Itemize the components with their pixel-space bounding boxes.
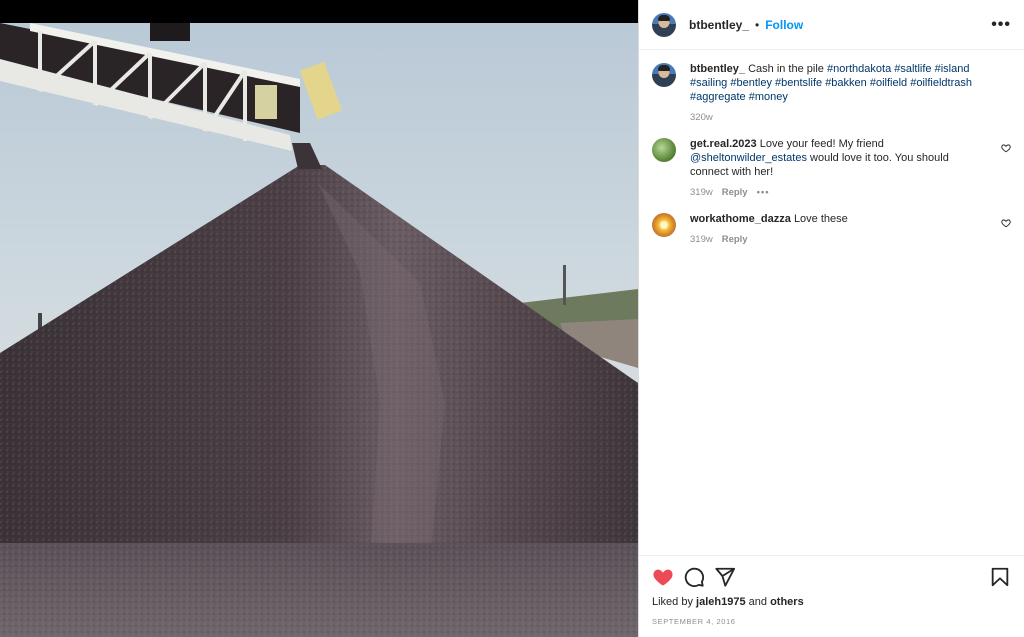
paper-plane-icon[interactable] — [714, 566, 736, 588]
post-date[interactable]: SEPTEMBER 4, 2016 — [652, 617, 1011, 626]
comment-body: Love your feed! My friend — [759, 138, 884, 150]
hashtag[interactable]: #oilfield — [870, 77, 907, 89]
commenter-avatar[interactable] — [652, 213, 676, 237]
hashtag[interactable]: #island — [935, 63, 970, 75]
action-bar — [652, 566, 1011, 588]
gravel-pile-image — [0, 23, 638, 637]
likes-summary: Liked by jaleh1975 and others — [652, 596, 1011, 608]
likes-others-link[interactable]: others — [770, 596, 804, 608]
reply-button[interactable]: Reply — [722, 234, 748, 245]
caption-meta: 320w — [690, 112, 987, 123]
hashtag[interactable]: #oilfieldtrash — [910, 77, 972, 89]
hashtag[interactable]: #bentslife — [775, 77, 822, 89]
hashtag[interactable]: #money — [749, 91, 788, 103]
commenter-avatar[interactable] — [652, 138, 676, 162]
comment-bubble-icon[interactable] — [683, 566, 705, 588]
comment-body: Love these — [793, 213, 848, 225]
hashtag[interactable]: #bentley — [730, 77, 772, 89]
caption-time[interactable]: 320w — [690, 112, 713, 123]
hashtag[interactable]: #sailing — [690, 77, 727, 89]
comment-username[interactable]: get.real.2023 — [690, 138, 757, 150]
comment-options-button[interactable]: ••• — [757, 187, 770, 198]
comment-meta: 319w Reply ••• — [690, 187, 987, 198]
caption-body: Cash in the pile — [748, 63, 824, 75]
hashtag[interactable]: #saltlife — [894, 63, 931, 75]
hashtag[interactable]: #aggregate — [690, 91, 746, 103]
mention-link[interactable]: @sheltonwilder_estates — [690, 152, 807, 164]
post-header: btbentley_ • Follow ••• — [639, 0, 1024, 50]
separator-dot: • — [755, 17, 760, 32]
hashtag[interactable]: #bakken — [825, 77, 867, 89]
comment-text: workathome_dazza Love these — [690, 212, 987, 226]
owner-avatar[interactable] — [652, 12, 676, 37]
comment-item: get.real.2023 Love your feed! My friend … — [652, 137, 1011, 198]
caption: btbentley_ Cash in the pile #northdakota… — [652, 62, 1011, 123]
post-actions: Liked by jaleh1975 and others SEPTEMBER … — [639, 555, 1024, 637]
caption-text: btbentley_ Cash in the pile #northdakota… — [690, 62, 987, 104]
heart-outline-icon[interactable] — [1001, 218, 1011, 228]
comments-list[interactable]: btbentley_ Cash in the pile #northdakota… — [639, 50, 1024, 555]
comment-item: workathome_dazza Love these 319w Reply — [652, 212, 1011, 245]
follow-button[interactable]: Follow — [765, 18, 803, 32]
comment-time[interactable]: 319w — [690, 234, 713, 245]
comment-username[interactable]: workathome_dazza — [690, 213, 791, 225]
comment-meta: 319w Reply — [690, 234, 987, 245]
comment-text: get.real.2023 Love your feed! My friend … — [690, 137, 987, 179]
post-details-panel: btbentley_ • Follow ••• btbentley_ Cash … — [638, 0, 1024, 637]
bookmark-icon[interactable] — [989, 566, 1011, 588]
reply-button[interactable]: Reply — [722, 187, 748, 198]
heart-outline-icon[interactable] — [1001, 143, 1011, 153]
more-options-icon[interactable]: ••• — [991, 16, 1011, 34]
likes-prefix: Liked by — [652, 596, 693, 608]
post-photo[interactable] — [0, 0, 638, 637]
heart-filled-icon[interactable] — [652, 566, 674, 588]
comment-time[interactable]: 319w — [690, 187, 713, 198]
likes-and: and — [748, 596, 768, 608]
liker-username[interactable]: jaleh1975 — [696, 596, 746, 608]
owner-username[interactable]: btbentley_ — [689, 18, 749, 32]
caption-avatar[interactable] — [652, 63, 676, 87]
caption-username[interactable]: btbentley_ — [690, 63, 745, 75]
hashtag[interactable]: #northdakota — [827, 63, 891, 75]
